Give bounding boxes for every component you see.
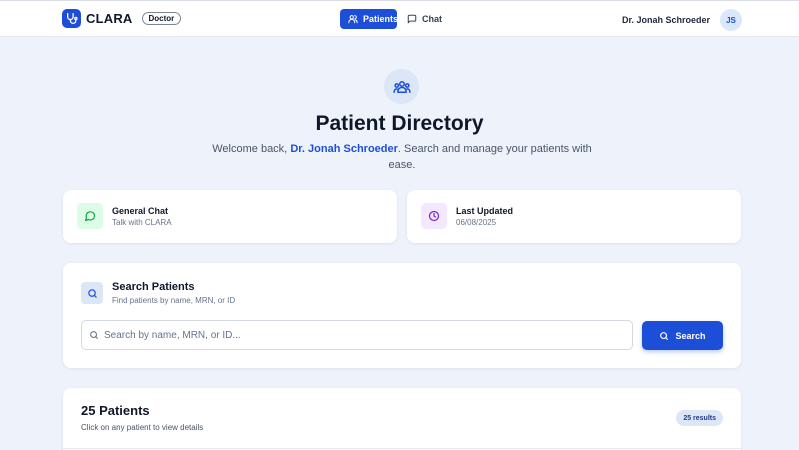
brand[interactable]: CLARA Doctor — [62, 9, 182, 28]
welcome-message: Welcome back, Dr. Jonah Schroeder. Searc… — [212, 141, 592, 173]
welcome-prefix: Welcome back, — [212, 143, 291, 155]
nav-tab-patients-label: Patients — [363, 14, 399, 24]
users-icon — [348, 14, 358, 24]
nav-tab-patients[interactable]: Patients — [340, 9, 399, 29]
welcome-suffix: . Search and manage your patients with e… — [388, 143, 592, 171]
general-chat-card[interactable]: General Chat Talk with CLARA — [63, 190, 397, 243]
patient-list-card: 25 Patients Click on any patient to view… — [63, 388, 741, 450]
users-group-icon — [384, 69, 419, 104]
avatar[interactable]: JS — [720, 9, 742, 31]
user-menu[interactable]: Dr. Jonah Schroeder JS — [622, 9, 742, 31]
last-updated-date: 06/08/2025 — [456, 218, 497, 227]
clock-icon — [421, 203, 447, 229]
nav-tab-chat-label: Chat — [422, 14, 442, 24]
welcome-user-name: Dr. Jonah Schroeder — [290, 143, 398, 155]
search-input[interactable] — [104, 329, 604, 341]
search-title: Search Patients — [112, 281, 195, 293]
search-button-label: Search — [675, 330, 706, 341]
patient-count: 25 Patients — [81, 403, 150, 418]
search-field-icon — [89, 330, 99, 340]
last-updated-card: Last Updated 06/08/2025 — [407, 190, 741, 243]
general-chat-title: General Chat — [112, 206, 169, 216]
divider — [63, 448, 741, 449]
search-subtitle: Find patients by name, MRN, or ID — [112, 296, 236, 305]
page-title: Patient Directory — [315, 112, 484, 135]
top-navbar: CLARA Doctor Patients Chat Dr. Jonah Sch… — [0, 0, 799, 37]
user-name: Dr. Jonah Schroeder — [621, 15, 710, 25]
results-badge: 25 results — [676, 410, 723, 426]
stethoscope-icon — [62, 9, 81, 28]
search-button[interactable]: Search — [642, 321, 723, 350]
last-updated-title: Last Updated — [456, 206, 514, 216]
main-nav: Patients Chat — [340, 9, 450, 29]
role-badge: Doctor — [141, 12, 182, 25]
search-field[interactable] — [81, 320, 633, 350]
search-icon — [81, 282, 103, 304]
message-icon — [77, 203, 103, 229]
chat-bubble-icon — [407, 14, 417, 24]
search-button-icon — [659, 331, 669, 341]
search-patients-card: Search Patients Find patients by name, M… — [63, 263, 741, 368]
nav-tab-chat[interactable]: Chat — [399, 9, 450, 29]
patient-list-hint: Click on any patient to view details — [81, 423, 204, 432]
brand-name: CLARA — [86, 11, 133, 26]
general-chat-subtitle: Talk with CLARA — [112, 218, 172, 227]
